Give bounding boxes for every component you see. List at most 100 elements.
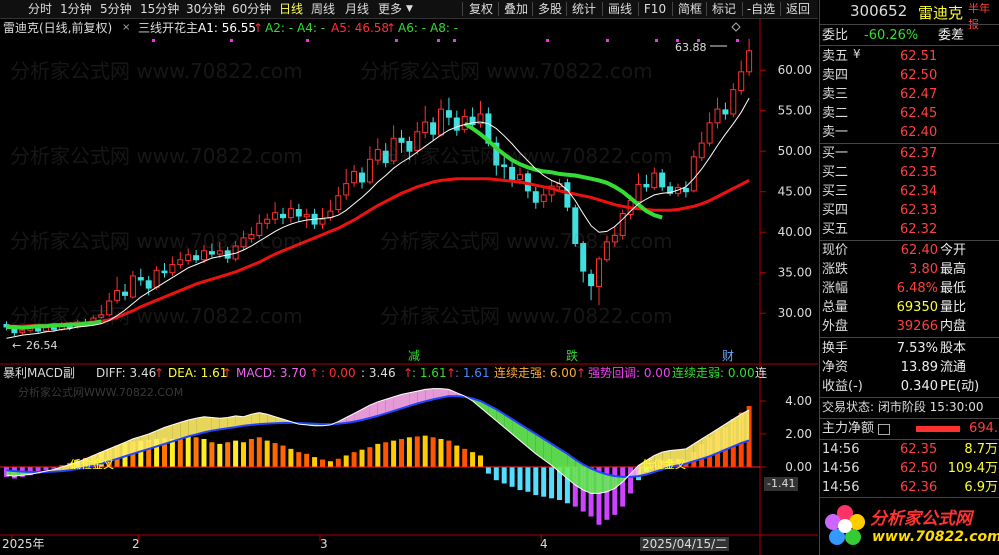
macd-pane-title[interactable]: 暴利MACD副 [3,366,75,380]
low-price-label: 26.54 [26,339,58,352]
sell-level-price: 62.47 [900,87,938,102]
tab-15min[interactable]: 15分钟 [140,1,179,17]
chart-area[interactable]: 60.0055.0050.0045.0040.0035.0030.004.002… [0,19,818,555]
macd-watermark: 分析家公式网WWW.70822.COM [18,386,184,399]
tab-5min[interactable]: 5分钟 [100,1,132,17]
candle-up [596,258,602,287]
macd-bar-up [296,452,302,467]
x-axis-label: 3 [320,537,328,551]
quote-panel: 300652 雷迪克 半年报 委比 -60.26% 委差 卖五 62.51 卖四 62… [819,0,999,555]
x-axis-label: 2025年 [2,537,45,551]
tick-volume: 6.9万 [964,480,998,495]
up-arrow-icon: ↑ [386,21,397,35]
stat-row: 收益(-) 0.340 PE(动) [820,377,999,396]
candle-up [422,121,429,134]
statistics-button[interactable]: 统计 [568,1,600,17]
overlay-button[interactable]: 叠加 [500,1,532,17]
macd-bar-up [304,453,310,467]
candle-up [177,259,184,266]
candle-up [264,218,271,224]
candle-up [216,250,223,255]
tick-price: 62.35 [900,442,938,457]
candle-up [714,108,721,124]
chevron-down-icon[interactable]: ▼ [406,1,413,17]
logo-text: 分析家公式网 [870,509,972,529]
macd-bar-up [217,443,223,467]
add-watchlist-button[interactable]: -自选 [744,1,778,17]
candle-up [390,137,397,162]
candle-up [374,149,381,161]
indicator-a6: A6: - [398,21,427,35]
indicator-a2: A2: - [265,21,294,35]
candle-up [698,142,705,159]
candle-down [145,280,152,289]
tab-1min[interactable]: 1分钟 [60,1,92,17]
f10-button[interactable]: F10 [640,1,670,17]
macd-fill [733,414,742,447]
main-flow-bar [916,426,960,432]
candle-up [153,269,160,288]
stat-label: 总量 [822,300,849,315]
candle-down [11,328,18,334]
tab-30min[interactable]: 30分钟 [186,1,225,17]
tab-more[interactable]: 更多 [378,1,402,17]
y-tick-label: 55.00 [778,104,812,118]
tab-60min[interactable]: 60分钟 [232,1,271,17]
macd-bar-up [454,445,460,467]
mark-button[interactable]: 标记 [708,1,740,17]
stat-row: 外盘 39266 内盘 [820,317,999,336]
site-logo: 分析家公式网 www.70822.com [820,498,999,555]
macd-bar-up [201,438,207,467]
stat-value: 3.80 [909,262,938,277]
macd-bar-up [422,435,428,467]
macd-bar-up [225,442,231,467]
candle-up [343,183,350,196]
signal-dot [395,39,398,42]
stat-label2: PE(动) [940,379,980,394]
sell-level-price: 62.45 [900,106,938,121]
macd-bar-up [312,457,318,467]
simple-frame-button[interactable]: 简框 [674,1,706,17]
tick-time: 14:56 [822,442,860,457]
draw-line-button[interactable]: 画线 [604,1,636,17]
stat-value: 62.40 [900,243,938,258]
candle-up [19,329,26,334]
candle-down [137,277,144,281]
candle-up [438,108,444,136]
back-button[interactable]: 返回 [782,1,814,17]
macd-bar-up [248,438,254,467]
candle-up [256,222,263,236]
up-arrow-icon: ↑ [222,366,233,380]
candle-down [588,273,595,287]
macd-bar-up [375,443,381,467]
signal-marker-finance: 财 [722,349,735,363]
macd-strong: 连续走强: 6.00 [494,366,577,380]
candle-up [651,172,658,189]
restore-rights-button[interactable]: 复权 [464,1,498,17]
macd-bar-up [414,436,420,467]
stat-label: 净资 [822,360,849,375]
stat-label2: 最高 [940,262,967,277]
stat-value: 69350 [896,300,938,315]
candle-up [106,300,113,316]
tab-daily[interactable]: 日线 [279,1,303,17]
y-tick-label: 35.00 [778,266,812,280]
list-icon[interactable] [878,424,890,435]
candle-down [161,270,168,274]
buy-level-label: 买五 [822,222,849,237]
multi-stock-button[interactable]: 多股 [534,1,566,17]
close-x-icon[interactable]: × [122,21,130,35]
tab-monthly[interactable]: 月线 [345,1,369,17]
tab-weekly[interactable]: 周线 [311,1,335,17]
tab-fenshi[interactable]: 分时 [28,1,52,17]
stat-label: 现价 [822,243,849,258]
sell-level-label: 卖五 [822,49,849,64]
high-price-label: 63.88 [675,41,707,54]
candle-down [682,187,689,193]
sell-level-label: 卖二 [822,106,849,121]
macd-bar-up [320,459,325,467]
indicator-name[interactable]: 三线开花主 [138,21,198,35]
macd-bar-down [501,467,507,484]
candle-up [366,158,373,183]
macd-strong2: 连续走弱: 0.00 [672,366,755,380]
